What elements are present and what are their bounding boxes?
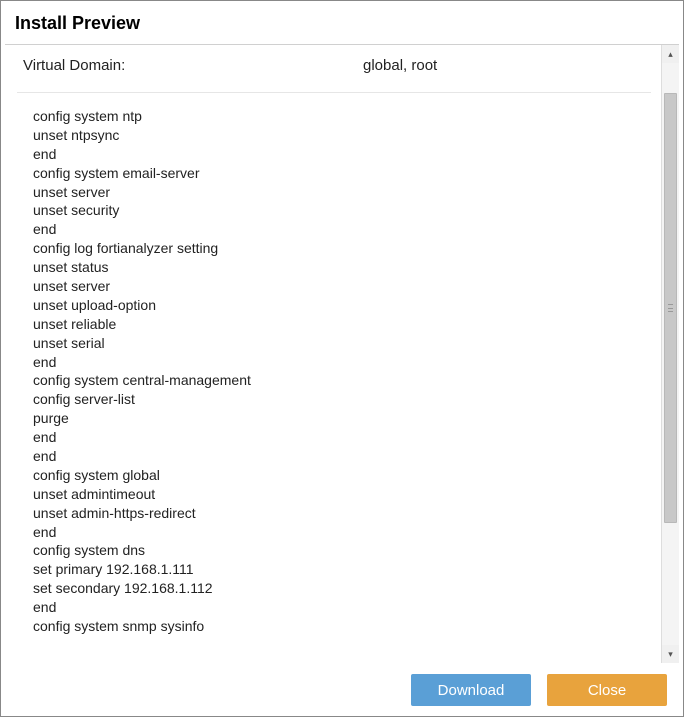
- config-text: config system ntp unset ntpsync end conf…: [17, 93, 651, 636]
- content-pane: Virtual Domain: global, root config syst…: [5, 45, 661, 663]
- scroll-down-icon[interactable]: ▾: [662, 645, 679, 663]
- vertical-scrollbar[interactable]: ▴ ▾: [661, 45, 679, 663]
- virtual-domain-label: Virtual Domain:: [23, 57, 363, 74]
- virtual-domain-value: global, root: [363, 57, 651, 74]
- content-outer: Virtual Domain: global, root config syst…: [5, 44, 679, 663]
- dialog-title: Install Preview: [1, 1, 683, 44]
- close-button[interactable]: Close: [547, 674, 667, 706]
- scroll-up-icon[interactable]: ▴: [662, 45, 679, 63]
- scrollbar-grip-icon: [668, 304, 673, 312]
- scrollbar-track[interactable]: [662, 63, 679, 645]
- virtual-domain-row: Virtual Domain: global, root: [17, 57, 651, 93]
- scrollbar-thumb[interactable]: [664, 93, 677, 523]
- install-preview-dialog: Install Preview Virtual Domain: global, …: [0, 0, 684, 717]
- dialog-footer: Download Close: [1, 663, 683, 716]
- download-button[interactable]: Download: [411, 674, 531, 706]
